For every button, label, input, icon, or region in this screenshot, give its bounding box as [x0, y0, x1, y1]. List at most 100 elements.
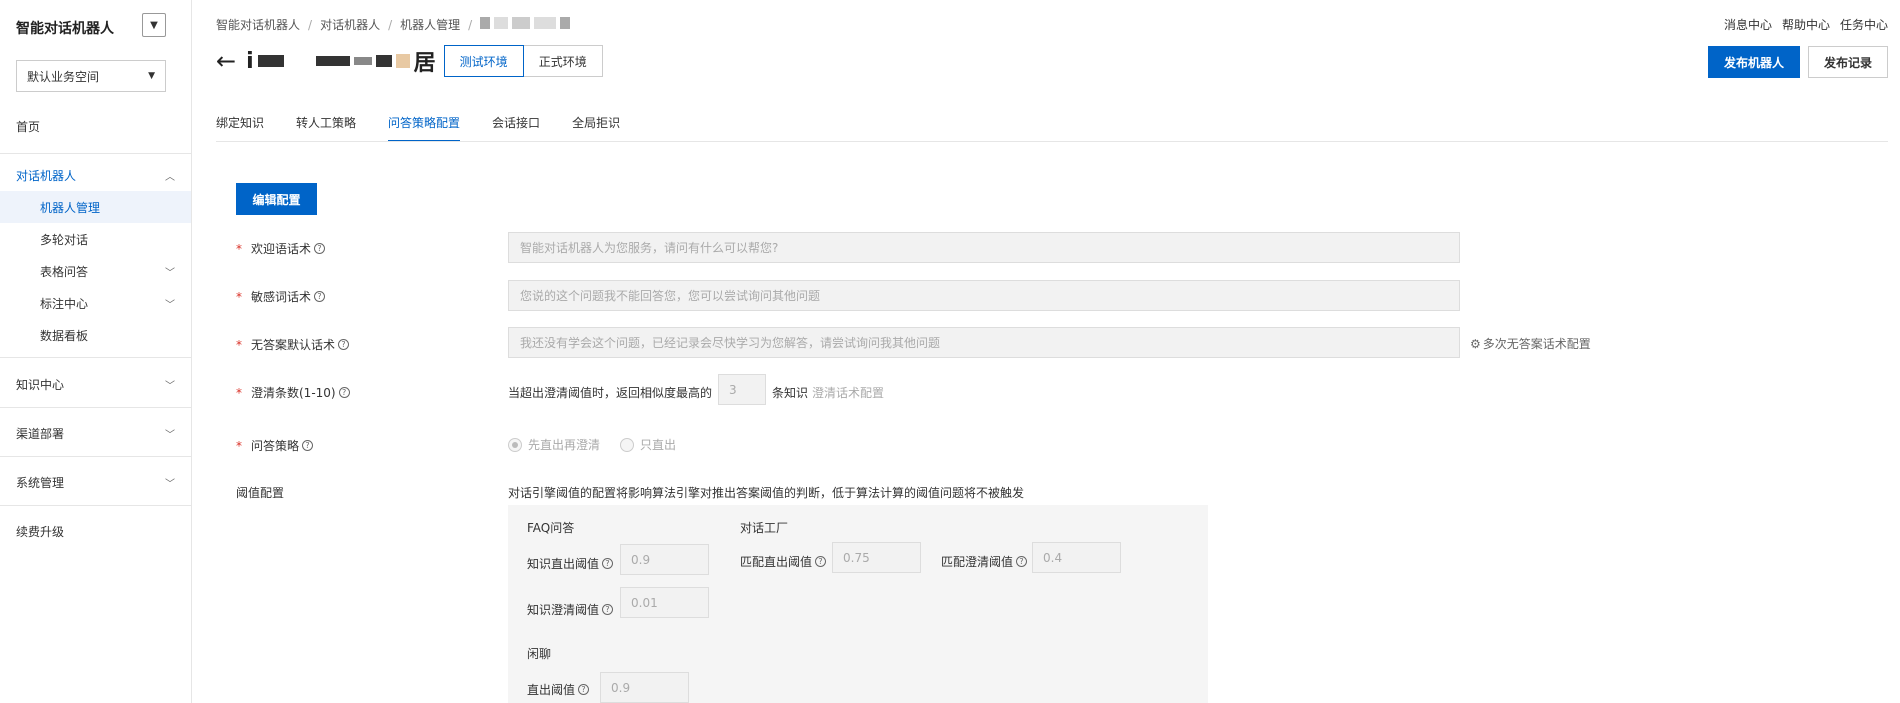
sensitive-input[interactable]: 您说的这个问题我不能回答您，您可以尝试询问其他问题 [508, 280, 1460, 311]
nav-robot-manage[interactable]: 机器人管理 [0, 191, 191, 223]
help-icon[interactable]: ? [602, 604, 614, 615]
chat-direct-input[interactable]: 0.9 [600, 672, 689, 703]
required-mark: * [236, 289, 242, 304]
factory-clarify-input[interactable]: 0.4 [1032, 542, 1121, 573]
help-icon[interactable]: ? [338, 387, 350, 398]
gear-icon: ⚙ [1470, 336, 1481, 351]
welcome-label: * 欢迎语话术 ? [236, 240, 326, 257]
required-mark: * [236, 337, 242, 352]
title-row: ← i 居 测试环境 正式环境 [216, 44, 603, 78]
clarify-count-input[interactable]: 3 [718, 374, 766, 405]
help-icon[interactable]: ? [338, 339, 350, 350]
app-switch-button[interactable]: ▼ [142, 13, 166, 37]
redacted-text [257, 55, 284, 67]
factory-title: 对话工厂 [740, 521, 789, 535]
help-icon[interactable]: ? [1016, 556, 1028, 567]
help-center-link[interactable]: 帮助中心 [1782, 16, 1830, 33]
redacted-text [315, 56, 350, 66]
redacted-text [395, 54, 410, 68]
nav-group-dialog[interactable]: 对话机器人 ︿ [0, 159, 191, 191]
strategy-radio-direct-only[interactable]: 只直出 [620, 436, 676, 453]
tab-bind-knowledge[interactable]: 绑定知识 [216, 108, 264, 142]
clarify-prefix: 当超出澄清阈值时，返回相似度最高的 [508, 386, 713, 400]
radio-unchecked-icon [620, 437, 634, 452]
welcome-input[interactable]: 智能对话机器人为您服务，请问有什么可以帮您? [508, 232, 1460, 263]
nav-annotation-label: 标注中心 [40, 296, 89, 311]
tab-transfer-human[interactable]: 转人工策略 [296, 108, 356, 142]
chevron-down-icon: ﹀ [165, 380, 175, 392]
faq-direct-label: 知识直出阈值 ? [527, 555, 614, 572]
nav-dashboard-label: 数据看板 [40, 328, 89, 343]
robot-name-prefix: i [246, 48, 254, 74]
edit-config-button[interactable]: 编辑配置 [236, 183, 317, 215]
chat-direct-label-text: 直出阈值 [527, 683, 576, 697]
chat-direct-label: 直出阈值 ? [527, 681, 590, 698]
publish-log-button[interactable]: 发布记录 [1808, 46, 1888, 78]
breadcrumb-item[interactable]: 对话机器人 [320, 16, 380, 33]
task-center-link[interactable]: 任务中心 [1840, 16, 1888, 33]
threshold-description: 对话引擎阈值的配置将影响算法引擎对推出答案阈值的判断，低于算法计算的阈值问题将不… [508, 486, 1025, 500]
strategy-label-text: 问答策略 [251, 439, 300, 453]
help-icon[interactable]: ? [314, 243, 326, 254]
breadcrumb-separator: / [308, 17, 313, 32]
help-icon[interactable]: ? [302, 440, 314, 451]
sidebar: 智能对话机器人 ▼ 默认业务空间 ▼ 首页 对话机器人 ︿ 机器人管理 多轮对话… [0, 0, 192, 703]
multi-noanswer-config-link[interactable]: ⚙ 多次无答案话术配置 [1470, 335, 1591, 352]
clarify-suffix: 条知识 [772, 386, 809, 400]
tab-session-api[interactable]: 会话接口 [492, 108, 540, 142]
nav-table-qa[interactable]: 表格问答 ﹀ [0, 255, 191, 287]
nav-table-qa-label: 表格问答 [40, 264, 89, 279]
noanswer-input[interactable]: 我还没有学会这个问题，已经记录会尽快学习为您解答，请尝试询问我其他问题 [508, 327, 1460, 358]
nav-annotation[interactable]: 标注中心 ﹀ [0, 287, 191, 319]
strategy-radio-direct-clarify[interactable]: 先直出再澄清 [508, 436, 600, 453]
breadcrumb-item[interactable]: 智能对话机器人 [216, 16, 300, 33]
divider [0, 456, 191, 457]
factory-direct-input[interactable]: 0.75 [832, 542, 921, 573]
divider [0, 407, 191, 408]
noanswer-label-text: 无答案默认话术 [251, 338, 336, 352]
nav-system[interactable]: 系统管理 ﹀ [0, 466, 191, 498]
required-mark: * [236, 385, 242, 400]
nav-renew[interactable]: 续费升级 [0, 515, 191, 547]
nav-multi-turn[interactable]: 多轮对话 [0, 223, 191, 255]
faq-clarify-input[interactable]: 0.01 [620, 587, 709, 618]
radio-checked-icon [508, 437, 522, 452]
nav-home[interactable]: 首页 [0, 110, 191, 142]
noanswer-label: * 无答案默认话术 ? [236, 336, 350, 353]
required-mark: * [236, 438, 242, 453]
nav-knowledge[interactable]: 知识中心 ﹀ [0, 368, 191, 400]
tab-qa-strategy[interactable]: 问答策略配置 [388, 108, 461, 142]
help-icon[interactable]: ? [314, 291, 326, 302]
message-center-link[interactable]: 消息中心 [1724, 16, 1772, 33]
factory-direct-label: 匹配直出阈值 ? [740, 553, 827, 570]
nav-dashboard[interactable]: 数据看板 [0, 319, 191, 351]
env-test-button[interactable]: 测试环境 [443, 45, 524, 77]
nav-channel[interactable]: 渠道部署 ﹀ [0, 417, 191, 449]
nav-renew-label: 续费升级 [16, 524, 65, 539]
factory-clarify-label-text: 匹配澄清阈值 [941, 555, 1014, 569]
redacted-text [353, 57, 372, 65]
nav-knowledge-label: 知识中心 [16, 377, 65, 392]
sensitive-label-text: 敏感词话术 [251, 290, 312, 304]
help-icon[interactable]: ? [602, 558, 614, 569]
help-icon[interactable]: ? [815, 556, 827, 567]
nav-channel-label: 渠道部署 [16, 426, 65, 441]
redacted-text [375, 55, 392, 67]
tab-global-reject[interactable]: 全局拒识 [572, 108, 620, 142]
breadcrumb-item[interactable]: 机器人管理 [400, 16, 460, 33]
redacted-breadcrumb [480, 17, 574, 32]
back-arrow-icon[interactable]: ← [216, 49, 236, 73]
faq-direct-input[interactable]: 0.9 [620, 544, 709, 575]
workspace-select[interactable]: 默认业务空间 ▼ [16, 60, 166, 92]
app-title: 智能对话机器人 [16, 21, 114, 37]
divider [0, 505, 191, 506]
caret-down-icon: ▼ [150, 19, 158, 31]
breadcrumb-separator: / [468, 17, 473, 32]
strategy-opt1-label: 先直出再澄清 [528, 438, 601, 452]
help-icon[interactable]: ? [578, 684, 590, 695]
env-prod-button[interactable]: 正式环境 [523, 45, 603, 77]
clarify-label-text: 澄清条数(1-10) [251, 386, 336, 400]
faq-clarify-label-text: 知识澄清阈值 [527, 603, 600, 617]
clarify-config-link[interactable]: 澄清话术配置 [812, 384, 884, 401]
publish-robot-button[interactable]: 发布机器人 [1708, 46, 1800, 78]
